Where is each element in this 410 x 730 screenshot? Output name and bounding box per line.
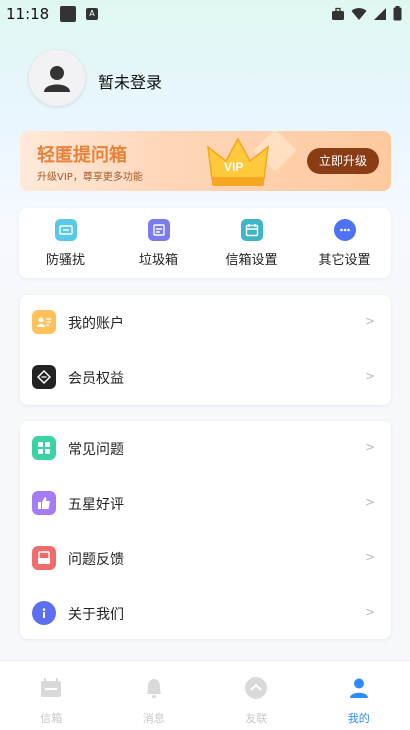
tab-label: 信箱 (40, 712, 63, 725)
quick-action-mailbox-settings[interactable]: 信箱设置 (205, 208, 298, 278)
wifi-icon (351, 7, 367, 20)
quick-action-label: 信箱设置 (225, 253, 278, 268)
list-item-label: 五星好评 (68, 497, 124, 513)
info-icon (32, 601, 56, 625)
vip-banner[interactable]: VIP 轻匿提问箱 升级VIP，尊享更多功能 立即升级 (20, 131, 391, 191)
chevron-right-icon: > (364, 369, 375, 383)
shield-mail-icon (54, 219, 77, 241)
account-card: 我的账户 > 会员权益 > (20, 295, 391, 405)
tab-mailbox[interactable]: 信箱 (0, 661, 103, 730)
quick-action-trash[interactable]: 垃圾箱 (112, 208, 205, 278)
tab-me[interactable]: 我的 (308, 661, 410, 730)
list-item-feedback[interactable]: 问题反馈 > (20, 531, 391, 585)
list-item-label: 我的账户 (68, 316, 124, 332)
chevron-right-icon: > (364, 495, 375, 509)
list-item-label: 关于我们 (68, 607, 124, 623)
link-tab-icon (244, 676, 268, 700)
quick-actions: 防骚扰 垃圾箱 信箱设置 其它设置 (19, 208, 391, 278)
tab-label: 友联 (245, 712, 268, 725)
tab-links[interactable]: 友联 (205, 661, 308, 730)
upgrade-button[interactable]: 立即升级 (307, 148, 379, 174)
list-item-membership[interactable]: 会员权益 > (20, 350, 391, 404)
diamond-icon (32, 365, 56, 389)
status-icons (331, 6, 402, 21)
login-status[interactable]: 暂未登录 (98, 69, 162, 93)
crown-text: VIP (224, 160, 243, 174)
list-item-label: 常见问题 (68, 442, 124, 458)
quick-action-label: 防骚扰 (45, 253, 85, 268)
quick-action-other-settings[interactable]: 其它设置 (298, 208, 391, 278)
banner-title: 轻匿提问箱 (37, 145, 127, 166)
status-bar: 11:18 A (0, 0, 410, 30)
user-silhouette-icon (44, 66, 70, 92)
banner-subtitle: 升级VIP，尊享更多功能 (37, 172, 143, 183)
list-item-label: 问题反馈 (68, 552, 124, 568)
signal-icon (374, 7, 386, 20)
quick-action-label: 其它设置 (318, 253, 371, 268)
bottom-nav: 信箱 消息 友联 我的 (0, 660, 410, 730)
mailbox-tab-icon (39, 676, 63, 700)
list-item-my-account[interactable]: 我的账户 > (20, 295, 391, 349)
chevron-right-icon: > (364, 314, 375, 328)
tab-label: 我的 (347, 712, 370, 725)
more-settings-icon (333, 219, 356, 241)
briefcase-icon (332, 7, 344, 20)
tab-label: 消息 (142, 712, 165, 725)
profile-tab-icon (347, 676, 371, 700)
faq-grid-icon (32, 436, 56, 460)
battery-icon (393, 6, 402, 21)
help-card: 常见问题 > 五星好评 > 问题反馈 > 关于我们 > (20, 421, 391, 639)
avatar[interactable] (29, 50, 85, 106)
status-time: 11:18 (6, 5, 50, 23)
mailbox-settings-icon (240, 219, 263, 241)
chevron-right-icon: > (364, 605, 375, 619)
app-a-icon: A (86, 8, 98, 20)
quick-action-anti-harass[interactable]: 防骚扰 (19, 208, 112, 278)
notification-icon (60, 6, 76, 22)
quick-action-label: 垃圾箱 (138, 253, 178, 268)
thumbs-up-icon (32, 491, 56, 515)
vip-crown-icon: VIP (207, 131, 297, 186)
list-item-about[interactable]: 关于我们 > (20, 586, 391, 640)
account-icon (32, 310, 56, 334)
list-item-faq[interactable]: 常见问题 > (20, 421, 391, 475)
chevron-right-icon: > (364, 550, 375, 564)
tab-messages[interactable]: 消息 (103, 661, 206, 730)
bell-tab-icon (142, 676, 166, 700)
trash-box-icon (147, 219, 170, 241)
list-item-label: 会员权益 (68, 371, 124, 387)
chevron-right-icon: > (364, 440, 375, 454)
feedback-icon (32, 546, 56, 570)
list-item-rate[interactable]: 五星好评 > (20, 476, 391, 530)
